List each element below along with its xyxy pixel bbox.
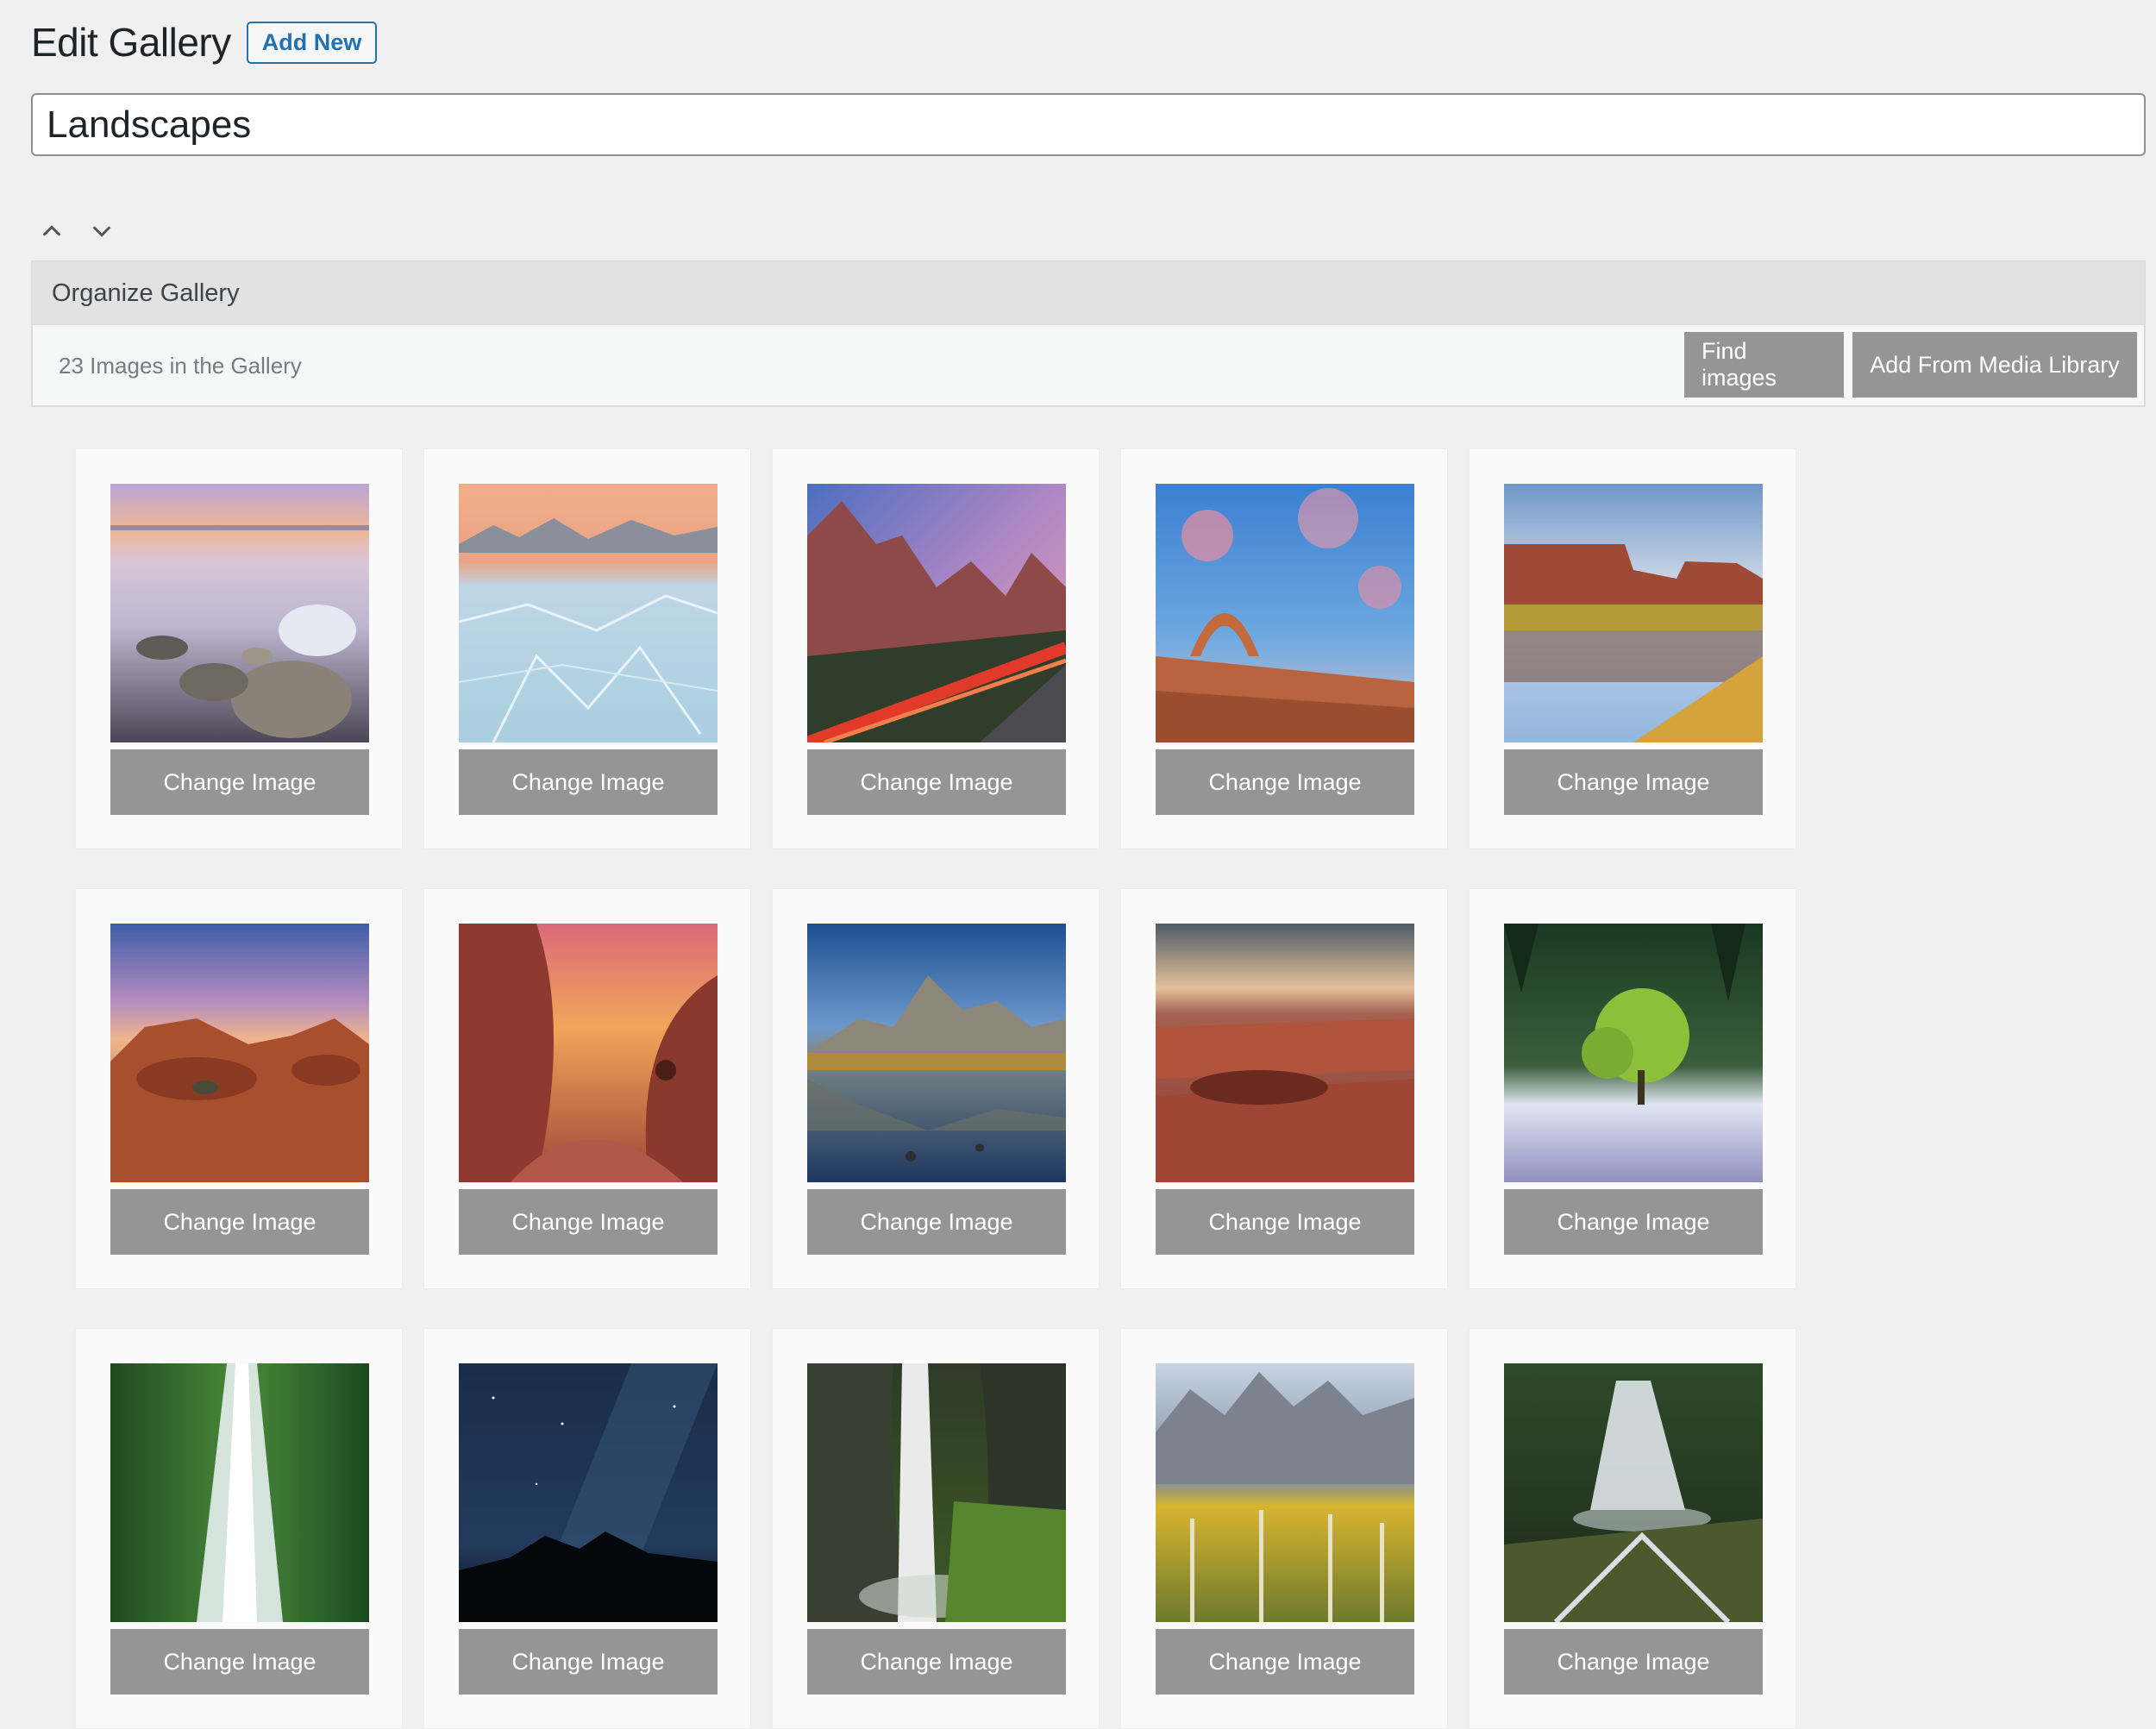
- change-image-button[interactable]: Change Image: [459, 749, 718, 815]
- gallery-thumbnail[interactable]: [1156, 484, 1414, 742]
- change-image-button[interactable]: Change Image: [807, 1189, 1066, 1255]
- change-image-button[interactable]: Change Image: [1156, 749, 1414, 815]
- gallery-item[interactable]: Change Image: [423, 448, 751, 849]
- gallery-item[interactable]: Change Image: [1469, 1328, 1796, 1729]
- change-image-button[interactable]: Change Image: [110, 1629, 369, 1695]
- change-image-button[interactable]: Change Image: [1156, 1189, 1414, 1255]
- gallery-thumbnail[interactable]: [1156, 924, 1414, 1182]
- gallery-item[interactable]: Change Image: [75, 888, 403, 1289]
- chevron-up-icon: [42, 225, 61, 236]
- gallery-thumbnail[interactable]: [110, 484, 369, 742]
- move-down-button[interactable]: [85, 214, 119, 248]
- gallery-thumbnail[interactable]: [459, 924, 718, 1182]
- gallery-item[interactable]: Change Image: [1120, 448, 1448, 849]
- panel-order-controls: [34, 214, 119, 248]
- gallery-thumbnail[interactable]: [807, 924, 1066, 1182]
- gallery-thumbnail[interactable]: [459, 1363, 718, 1622]
- change-image-button[interactable]: Change Image: [1504, 749, 1763, 815]
- gallery-thumbnail[interactable]: [807, 1363, 1066, 1622]
- change-image-button[interactable]: Change Image: [1504, 1629, 1763, 1695]
- gallery-thumbnail[interactable]: [1156, 1363, 1414, 1622]
- page-title: Edit Gallery: [31, 20, 231, 65]
- add-new-button[interactable]: Add New: [246, 21, 378, 64]
- panel-title: Organize Gallery: [52, 279, 240, 307]
- page-header: Edit Gallery Add New: [31, 19, 378, 66]
- chevron-down-icon: [92, 226, 111, 237]
- gallery-item[interactable]: Change Image: [1120, 888, 1448, 1289]
- panel-toolbar: 23 Images in the Gallery Find images Add…: [33, 325, 2144, 406]
- change-image-button[interactable]: Change Image: [1156, 1629, 1414, 1695]
- change-image-button[interactable]: Change Image: [807, 1629, 1066, 1695]
- gallery-item[interactable]: Change Image: [772, 888, 1100, 1289]
- gallery-item[interactable]: Change Image: [423, 888, 751, 1289]
- find-images-button[interactable]: Find images: [1684, 332, 1844, 398]
- move-up-button[interactable]: [34, 214, 69, 248]
- change-image-button[interactable]: Change Image: [459, 1629, 718, 1695]
- gallery-item[interactable]: Change Image: [772, 448, 1100, 849]
- change-image-button[interactable]: Change Image: [459, 1189, 718, 1255]
- gallery-thumbnail[interactable]: [459, 484, 718, 742]
- gallery-item[interactable]: Change Image: [75, 1328, 403, 1729]
- gallery-thumbnail[interactable]: [807, 484, 1066, 742]
- change-image-button[interactable]: Change Image: [110, 749, 369, 815]
- organize-gallery-panel: Organize Gallery 23 Images in the Galler…: [31, 260, 2146, 407]
- gallery-thumbnail[interactable]: [1504, 484, 1763, 742]
- gallery-item[interactable]: Change Image: [1469, 888, 1796, 1289]
- gallery-item[interactable]: Change Image: [75, 448, 403, 849]
- change-image-button[interactable]: Change Image: [1504, 1189, 1763, 1255]
- gallery-thumbnail[interactable]: [110, 924, 369, 1182]
- gallery-item[interactable]: Change Image: [1469, 448, 1796, 849]
- gallery-item[interactable]: Change Image: [423, 1328, 751, 1729]
- gallery-item[interactable]: Change Image: [772, 1328, 1100, 1729]
- change-image-button[interactable]: Change Image: [110, 1189, 369, 1255]
- gallery-thumbnail[interactable]: [110, 1363, 369, 1622]
- gallery-thumbnail[interactable]: [1504, 924, 1763, 1182]
- panel-header[interactable]: Organize Gallery: [33, 262, 2144, 325]
- gallery-thumbnail[interactable]: [1504, 1363, 1763, 1622]
- image-count: 23 Images in the Gallery: [59, 352, 302, 379]
- add-from-media-library-button[interactable]: Add From Media Library: [1852, 332, 2137, 398]
- gallery-title-input[interactable]: [31, 93, 2146, 156]
- gallery-item[interactable]: Change Image: [1120, 1328, 1448, 1729]
- change-image-button[interactable]: Change Image: [807, 749, 1066, 815]
